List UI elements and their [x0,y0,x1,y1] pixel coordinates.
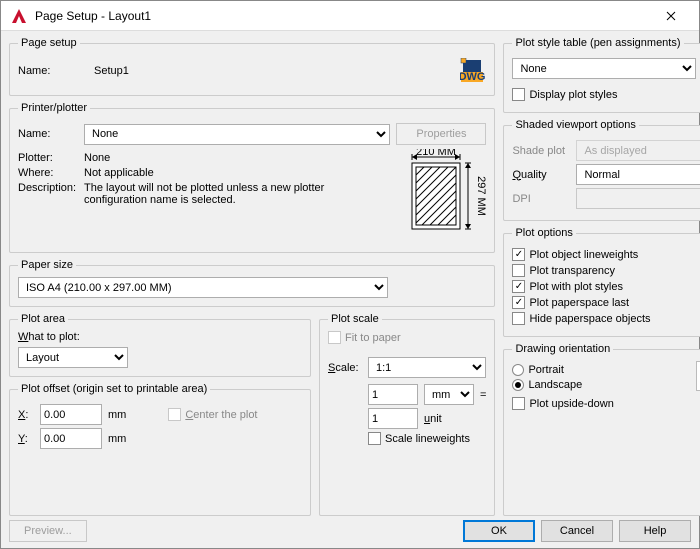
description-value: The layout will not be plotted unless a … [84,182,386,206]
offset-y-unit: mm [108,433,126,445]
plotter-label: Plotter: [18,152,78,164]
scale-unit-select[interactable]: mm [424,384,474,405]
plot-area-group: Plot area What to plot: Layout [9,313,311,377]
paper-size-select[interactable]: ISO A4 (210.00 x 297.00 MM) [18,277,388,298]
plot-with-styles-checkbox[interactable]: ✓Plot with plot styles [512,280,700,293]
plot-lineweights-checkbox[interactable]: ✓Plot object lineweights [512,248,700,261]
fit-to-paper-checkbox[interactable]: Fit to paper [328,331,401,344]
plot-options-legend: Plot options [512,227,575,239]
portrait-radio[interactable]: Portrait [512,364,688,376]
offset-x-input[interactable] [40,404,102,425]
shade-plot-select[interactable]: As displayed [576,140,700,161]
scale-num-input[interactable] [368,384,418,405]
page-setup-group: Page setup Name: Setup1 DWG [9,37,495,96]
hide-paperspace-checkbox[interactable]: Hide paperspace objects [512,312,700,325]
page-setup-dialog: Page Setup - Layout1 Page setup Name: Se… [0,0,700,549]
properties-button[interactable]: Properties [396,123,486,145]
scale-den-input[interactable] [368,408,418,429]
autocad-logo-icon [9,6,29,26]
display-plot-styles-checkbox[interactable]: Display plot styles [512,88,617,101]
where-value: Not applicable [84,167,154,179]
page-setup-name-value: Setup1 [94,65,129,77]
description-label: Description: [18,182,78,194]
help-button[interactable]: Help [619,520,691,542]
plot-options-group: Plot options ✓Plot object lineweights Pl… [503,227,700,337]
plot-offset-legend: Plot offset (origin set to printable are… [18,383,210,395]
close-button[interactable] [651,2,691,30]
plot-transparency-checkbox[interactable]: Plot transparency [512,264,700,277]
offset-y-input[interactable] [40,428,102,449]
what-to-plot-label: hat to plot: [28,331,79,343]
orientation-icon: A [696,361,700,391]
plot-area-legend: Plot area [18,313,68,325]
drawing-orientation-legend: Drawing orientation [512,343,613,355]
plot-scale-group: Plot scale Fit to paper Scale: 1:1 [319,313,495,516]
paper-preview-icon: 210 MM 297 M [394,149,486,244]
plot-style-table-group: Plot style table (pen assignments) None … [503,37,700,113]
quality-label: uality [521,169,547,181]
printer-plotter-group: Printer/plotter Name: None Properties Pl… [9,102,495,253]
where-label: Where: [18,167,78,179]
drawing-orientation-group: Drawing orientation Portrait Landscape P… [503,343,700,516]
svg-text:297 MM: 297 MM [475,176,486,216]
scale-lineweights-checkbox[interactable]: Scale lineweights [368,432,470,445]
what-to-plot-select[interactable]: Layout [18,347,128,368]
titlebar: Page Setup - Layout1 [1,1,699,31]
page-setup-name-label: Name: [18,65,78,77]
printer-plotter-legend: Printer/plotter [18,102,90,114]
plotter-value: None [84,152,110,164]
cancel-button[interactable]: Cancel [541,520,613,542]
dwg-icon: DWG [460,58,486,84]
dpi-input[interactable] [576,188,700,209]
plot-offset-group: Plot offset (origin set to printable are… [9,383,311,516]
shaded-viewport-group: Shaded viewport options Shade plot As di… [503,119,700,221]
equals-label: = [480,389,486,401]
page-setup-legend: Page setup [18,37,80,49]
plot-paperspace-last-checkbox[interactable]: ✓Plot paperspace last [512,296,700,309]
plot-scale-legend: Plot scale [328,313,382,325]
dpi-label: DPI [512,193,570,205]
center-plot-checkbox[interactable]: Center the plot [168,408,257,421]
shaded-viewport-legend: Shaded viewport options [512,119,638,131]
plot-upside-down-checkbox[interactable]: Plot upside-down [512,397,688,410]
printer-name-label: Name: [18,128,78,140]
landscape-radio[interactable]: Landscape [512,379,688,391]
preview-button[interactable]: Preview... [9,520,87,542]
svg-text:DWG: DWG [460,71,485,83]
offset-x-unit: mm [108,409,126,421]
plot-style-table-legend: Plot style table (pen assignments) [512,37,683,49]
window-title: Page Setup - Layout1 [35,9,651,23]
plot-style-select[interactable]: None [512,58,696,79]
paper-size-group: Paper size ISO A4 (210.00 x 297.00 MM) [9,259,495,307]
printer-name-select[interactable]: None [84,124,390,145]
svg-text:210 MM: 210 MM [417,149,457,158]
ok-button[interactable]: OK [463,520,535,542]
close-icon [666,11,676,21]
paper-size-legend: Paper size [18,259,76,271]
scale-select[interactable]: 1:1 [368,357,486,378]
unit-label: nit [430,413,442,425]
shade-plot-label: Shade plot [512,145,570,157]
quality-select[interactable]: Normal [576,164,700,185]
